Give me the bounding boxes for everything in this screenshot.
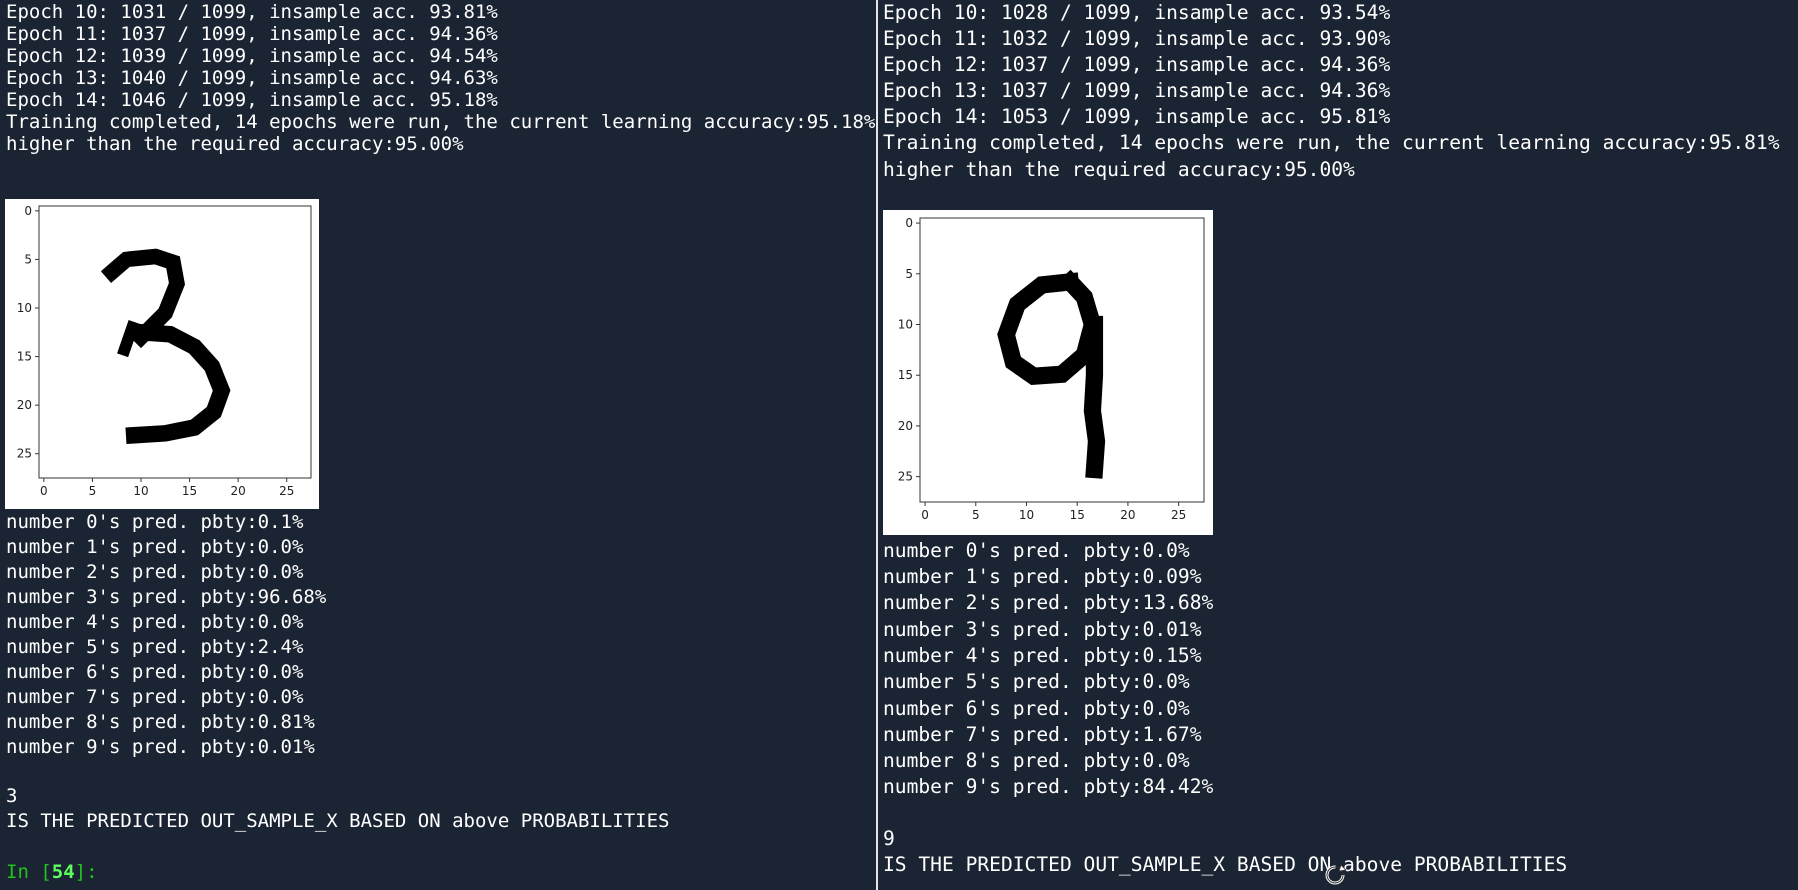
x-tick-label: 5 [89,484,97,498]
prediction-line: number 0's pred. pbty:0.1% [6,511,304,533]
output-pane-right: Epoch 10: 1028 / 1099, insample acc. 93.… [878,0,1798,890]
x-tick-label: 10 [1019,508,1034,522]
y-tick-label: 10 [898,318,913,332]
digit-image-plot: 0 5 10 15 20 25 0 5 10 15 20 25 [5,199,319,509]
x-tick-label: 25 [1171,508,1186,522]
digit-3-image [100,248,231,445]
prediction-line: number 7's pred. pbty:0.0% [6,686,304,708]
accuracy-requirement: higher than the required accuracy:95.00% [6,133,464,155]
prediction-line: number 1's pred. pbty:0.0% [6,536,304,558]
digit-9-image [997,269,1106,479]
x-tick-label: 5 [972,508,980,522]
prediction-line: number 6's pred. pbty:0.0% [6,661,304,683]
x-tick-label: 10 [133,484,148,498]
digit-stroke [125,323,231,445]
epoch-line: Epoch 13: 1037 / 1099, insample acc. 94.… [883,79,1391,102]
x-tick-label: 20 [1120,508,1135,522]
prediction-result-text: IS THE PREDICTED OUT_SAMPLE_X BASED ON a… [6,810,670,832]
prediction-line: number 8's pred. pbty:0.81% [6,711,315,733]
x-tick-label: 15 [1070,508,1085,522]
y-tick-label: 0 [905,216,913,230]
y-tick-label: 15 [898,368,913,382]
prediction-line: number 4's pred. pbty:0.15% [883,644,1202,667]
x-tick-label: 0 [40,484,48,498]
prediction-line: number 3's pred. pbty:96.68% [6,586,327,608]
y-tick-label: 0 [24,204,32,218]
prediction-line: number 9's pred. pbty:0.01% [6,736,315,758]
y-tick-label: 20 [898,419,913,433]
digit-image-plot: 0 5 10 15 20 25 0 5 10 15 20 25 [883,210,1213,535]
output-pane-left: Epoch 10: 1031 / 1099, insample acc. 93.… [0,0,875,890]
prediction-line: number 9's pred. pbty:84.42% [883,775,1214,798]
prediction-line: number 4's pred. pbty:0.0% [6,611,304,633]
digit-plot-svg: 0 5 10 15 20 25 0 5 10 15 20 25 [17,204,312,498]
accuracy-requirement: higher than the required accuracy:95.00% [883,158,1355,181]
prediction-line: number 6's pred. pbty:0.0% [883,697,1190,720]
y-tick-label: 20 [17,398,32,412]
prediction-line: number 2's pred. pbty:13.68% [883,591,1214,614]
y-tick-label: 5 [905,267,913,281]
input-prompt[interactable]: In [54]: [6,860,98,885]
prediction-line: number 0's pred. pbty:0.0% [883,539,1190,562]
prediction-line: number 5's pred. pbty:0.0% [883,670,1190,693]
prediction-line: number 1's pred. pbty:0.09% [883,565,1202,588]
x-tick-label: 20 [231,484,246,498]
x-tick-label: 0 [921,508,929,522]
prompt-number: 54 [51,861,75,883]
prediction-line: number 7's pred. pbty:1.67% [883,723,1202,746]
epoch-line: Epoch 12: 1037 / 1099, insample acc. 94.… [883,53,1391,76]
x-tick-label: 15 [182,484,197,498]
digit-stroke [1083,315,1106,479]
digit-plot-svg: 0 5 10 15 20 25 0 5 10 15 20 25 [898,216,1205,522]
epoch-line: Epoch 10: 1028 / 1099, insample acc. 93.… [883,1,1391,24]
epoch-line: Epoch 11: 1032 / 1099, insample acc. 93.… [883,27,1391,50]
predicted-digit: 9 [883,827,895,850]
digit-stroke [997,269,1102,386]
busy-cursor-icon [1325,864,1347,885]
prediction-line: number 3's pred. pbty:0.01% [883,618,1202,641]
x-tick-label: 25 [279,484,294,498]
prediction-result-text: IS THE PREDICTED OUT_SAMPLE_X BASED ON a… [883,853,1568,876]
prompt-suffix: ]: [74,861,98,883]
epoch-line: Epoch 14: 1053 / 1099, insample acc. 95.… [883,105,1391,128]
digit-stroke [117,320,140,358]
predicted-digit: 3 [6,785,18,807]
prediction-line: number 2's pred. pbty:0.0% [6,561,304,583]
training-summary: Training completed, 14 epochs were run, … [883,131,1780,154]
y-tick-label: 25 [898,470,913,484]
y-tick-label: 15 [17,350,32,364]
y-tick-label: 10 [17,301,32,315]
y-tick-label: 5 [24,252,32,266]
prediction-line: number 8's pred. pbty:0.0% [883,749,1190,772]
plot-axes-frame [919,217,1205,503]
y-tick-label: 25 [17,447,32,461]
prediction-line: number 5's pred. pbty:2.4% [6,636,304,658]
prompt-prefix: In [ [6,861,52,883]
